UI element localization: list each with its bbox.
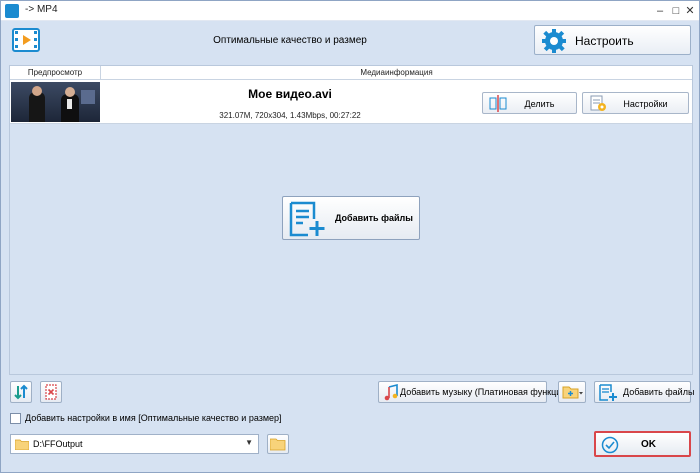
column-header-media-info: Медиаинформация bbox=[101, 66, 692, 80]
folder-icon bbox=[15, 439, 29, 450]
profile-title: Оптимальные качество и размер bbox=[213, 35, 367, 46]
browse-folder-button[interactable] bbox=[267, 434, 289, 454]
gear-icon bbox=[542, 29, 566, 53]
add-files-center-button[interactable]: Добавить файлы bbox=[282, 196, 420, 240]
settings-label: Настройки bbox=[623, 99, 668, 109]
output-path-value: D:\FFOutput bbox=[33, 439, 83, 449]
split-button[interactable]: Делить bbox=[482, 92, 577, 114]
remove-button[interactable] bbox=[40, 381, 62, 403]
title-bar: -> MP4 – □ ✕ bbox=[1, 1, 699, 21]
chevron-down-icon[interactable]: ▼ bbox=[245, 438, 253, 447]
add-files-button[interactable]: Добавить файлы bbox=[594, 381, 695, 403]
sort-icon bbox=[14, 384, 28, 400]
add-music-button[interactable]: Добавить музыку (Платиновая функция) bbox=[378, 381, 569, 403]
ok-label: OK bbox=[641, 439, 656, 450]
file-info: 321.07M, 720x304, 1.43Mbps, 00:27:22 bbox=[219, 111, 361, 120]
configure-button[interactable]: Настроить bbox=[534, 25, 691, 55]
close-button[interactable]: ✕ bbox=[681, 3, 699, 19]
add-settings-checkbox[interactable] bbox=[10, 413, 21, 424]
configure-label: Настроить bbox=[575, 34, 634, 48]
file-settings-button[interactable]: Настройки bbox=[582, 92, 689, 114]
check-circle-icon bbox=[601, 436, 619, 454]
open-folder-icon bbox=[270, 438, 286, 451]
folder-plus-icon bbox=[562, 386, 583, 399]
app-icon bbox=[5, 4, 19, 18]
remove-file-icon bbox=[45, 384, 57, 400]
converter-window: -> MP4 – □ ✕ Оптимальные качество и разм… bbox=[0, 0, 700, 473]
add-music-label: Добавить музыку (Платиновая функция) bbox=[400, 387, 570, 397]
file-list: Предпросмотр Медиаинформация Мое видео.a… bbox=[9, 65, 693, 375]
add-files-center-label: Добавить файлы bbox=[335, 213, 413, 223]
add-file-small-icon bbox=[599, 384, 617, 401]
file-row[interactable]: Мое видео.avi 321.07M, 720x304, 1.43Mbps… bbox=[10, 80, 692, 124]
header: Оптимальные качество и размер Настроить bbox=[1, 21, 699, 63]
add-folder-button[interactable] bbox=[558, 381, 586, 403]
split-label: Делить bbox=[524, 99, 555, 109]
window-title: -> MP4 bbox=[25, 4, 58, 15]
sort-button[interactable] bbox=[10, 381, 32, 403]
file-name: Мое видео.avi bbox=[248, 87, 332, 101]
video-thumbnail bbox=[11, 82, 100, 122]
output-path-select[interactable]: D:\FFOutput ▼ bbox=[10, 434, 259, 454]
column-header-preview: Предпросмотр bbox=[10, 66, 101, 80]
add-files-label: Добавить файлы bbox=[623, 387, 695, 397]
add-file-icon bbox=[289, 201, 325, 237]
ok-button[interactable]: OK bbox=[594, 431, 691, 457]
music-icon bbox=[384, 384, 398, 401]
add-settings-label: Добавить настройки в имя [Оптимальные ка… bbox=[25, 413, 282, 423]
